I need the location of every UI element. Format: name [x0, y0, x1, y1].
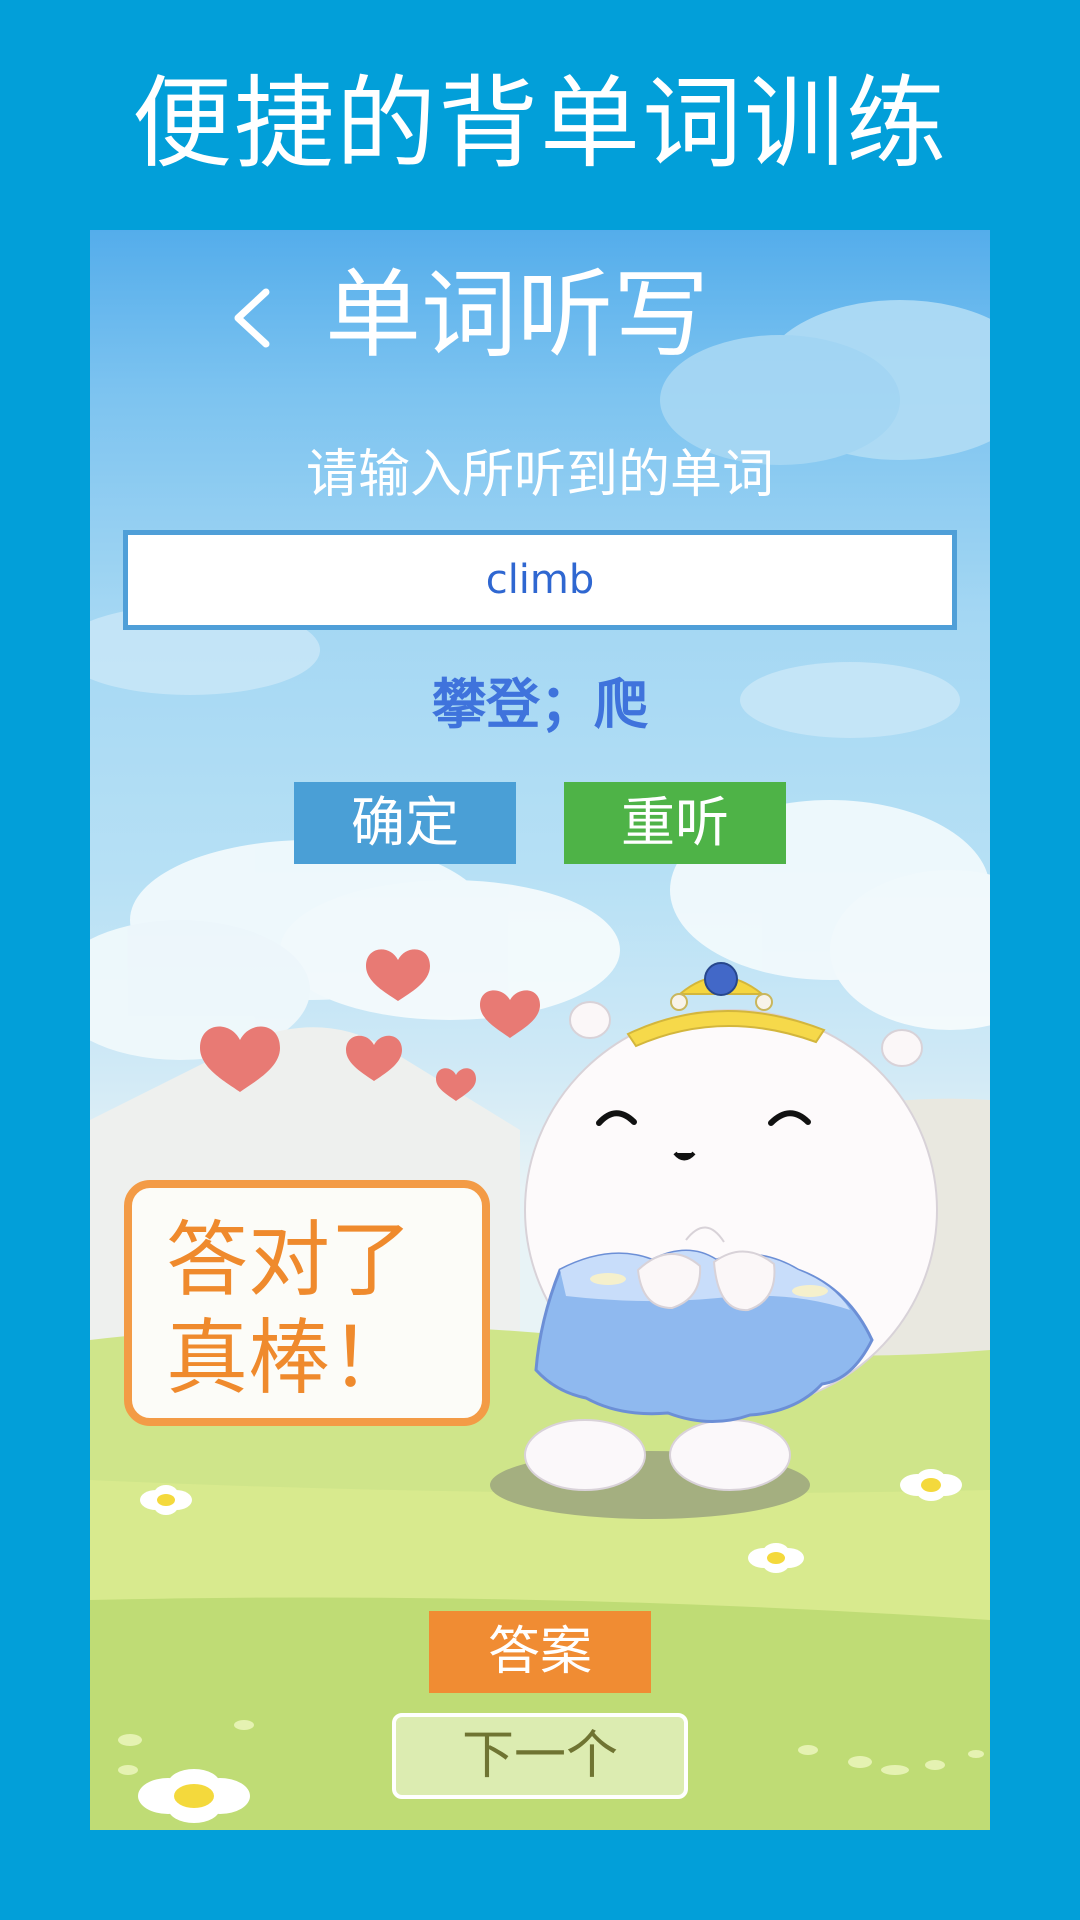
feedback-line-2: 真棒！	[166, 1311, 413, 1406]
word-input[interactable]	[123, 530, 957, 630]
promo-title: 便捷的背单词训练	[132, 65, 948, 182]
feedback-line-1: 答对了	[166, 1213, 413, 1308]
feedback-panel: 答对了 真棒！	[124, 1180, 490, 1426]
phone-screen: 单词听写 请输入所听到的单词 攀登；爬 确定 重听 答对了 真棒！ 答案 下一个	[90, 230, 990, 1830]
instruction-text: 请输入所听到的单词	[305, 445, 774, 505]
page-title: 单词听写	[325, 259, 709, 371]
answer-button[interactable]: 答案	[429, 1611, 651, 1693]
word-meaning: 攀登；爬	[432, 673, 648, 736]
replay-button[interactable]: 重听	[564, 782, 786, 864]
back-button[interactable]	[220, 278, 290, 358]
header: 单词听写	[90, 260, 990, 370]
confirm-button[interactable]: 确定	[294, 782, 516, 864]
chevron-left-icon	[234, 288, 270, 348]
next-button[interactable]: 下一个	[392, 1713, 688, 1799]
